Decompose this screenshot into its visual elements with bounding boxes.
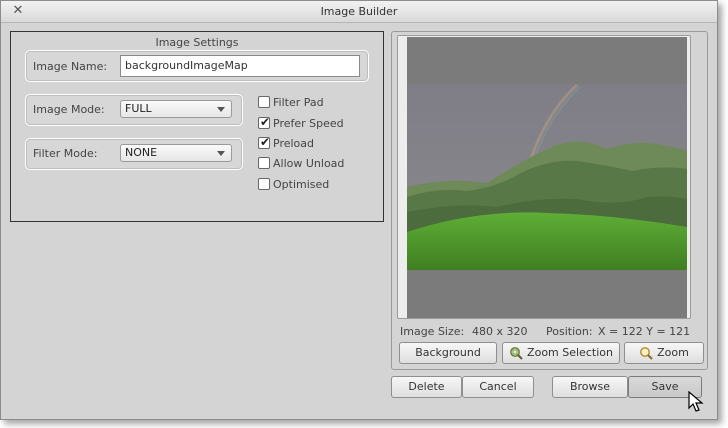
position-value: X = 122 Y = 121 (598, 325, 691, 338)
image-settings-panel: Image Settings Image Name: backgroundIma… (10, 31, 384, 222)
checkbox-label: Preload (273, 137, 314, 150)
image-size-label: Image Size: (400, 325, 465, 338)
filter-mode-value: NONE (125, 146, 158, 159)
checkbox-allow-unload[interactable]: Allow Unload (258, 156, 358, 172)
checkbox-label: Allow Unload (273, 157, 345, 170)
background-button[interactable]: Background (399, 342, 497, 364)
image-name-input[interactable]: backgroundImageMap (120, 55, 360, 77)
zoom-button[interactable]: Zoom (624, 342, 704, 364)
image-mode-select[interactable]: FULL (120, 100, 232, 118)
magnifier-icon (640, 347, 653, 360)
background-button-label: Background (415, 346, 481, 359)
checkbox-label: Optimised (273, 178, 330, 191)
browse-button[interactable]: Browse (552, 376, 628, 398)
browse-button-label: Browse (569, 380, 611, 393)
mouse-cursor-icon (688, 391, 704, 412)
checkbox-preload[interactable]: ✔ Preload (258, 135, 348, 152)
image-size-value: 480 x 320 (472, 325, 528, 338)
checkbox-box: ✔ (258, 115, 271, 129)
image-preview[interactable] (407, 37, 687, 318)
checkbox-box (258, 96, 270, 108)
zoom-selection-button-label: Zoom Selection (527, 346, 613, 359)
checkbox-filter-pad[interactable]: Filter Pad (258, 95, 348, 111)
position-label: Position: (546, 325, 593, 338)
title-bar: ✕ Image Builder (1, 1, 717, 23)
filter-mode-label: Filter Mode: (33, 147, 98, 160)
filter-mode-select[interactable]: NONE (120, 144, 232, 162)
image-name-label: Image Name: (33, 60, 108, 73)
landscape-image (407, 37, 687, 318)
cancel-button[interactable]: Cancel (462, 376, 534, 398)
zoom-selection-button[interactable]: Zoom Selection (502, 342, 620, 364)
zoom-button-label: Zoom (657, 346, 689, 359)
checkbox-prefer-speed[interactable]: ✔ Prefer Speed (258, 115, 358, 132)
chevron-down-icon (217, 107, 225, 112)
image-mode-value: FULL (125, 102, 152, 115)
delete-button-label: Delete (408, 380, 445, 393)
check-icon: ✔ (260, 115, 271, 129)
checkbox-box (258, 157, 270, 169)
delete-button[interactable]: Delete (391, 376, 462, 398)
zoom-selection-icon (510, 347, 523, 360)
cancel-button-label: Cancel (479, 380, 517, 393)
chevron-down-icon (217, 151, 225, 156)
image-mode-label: Image Mode: (33, 103, 105, 116)
section-title: Image Settings (155, 36, 239, 49)
save-button-label: Save (651, 380, 679, 393)
checkbox-box (258, 178, 270, 190)
checkbox-label: Filter Pad (273, 96, 324, 109)
checkbox-box: ✔ (258, 135, 271, 149)
checkbox-label: Prefer Speed (273, 117, 344, 130)
check-icon: ✔ (260, 135, 271, 149)
window-title: Image Builder (320, 5, 398, 18)
checkbox-optimised[interactable]: Optimised (258, 177, 348, 193)
